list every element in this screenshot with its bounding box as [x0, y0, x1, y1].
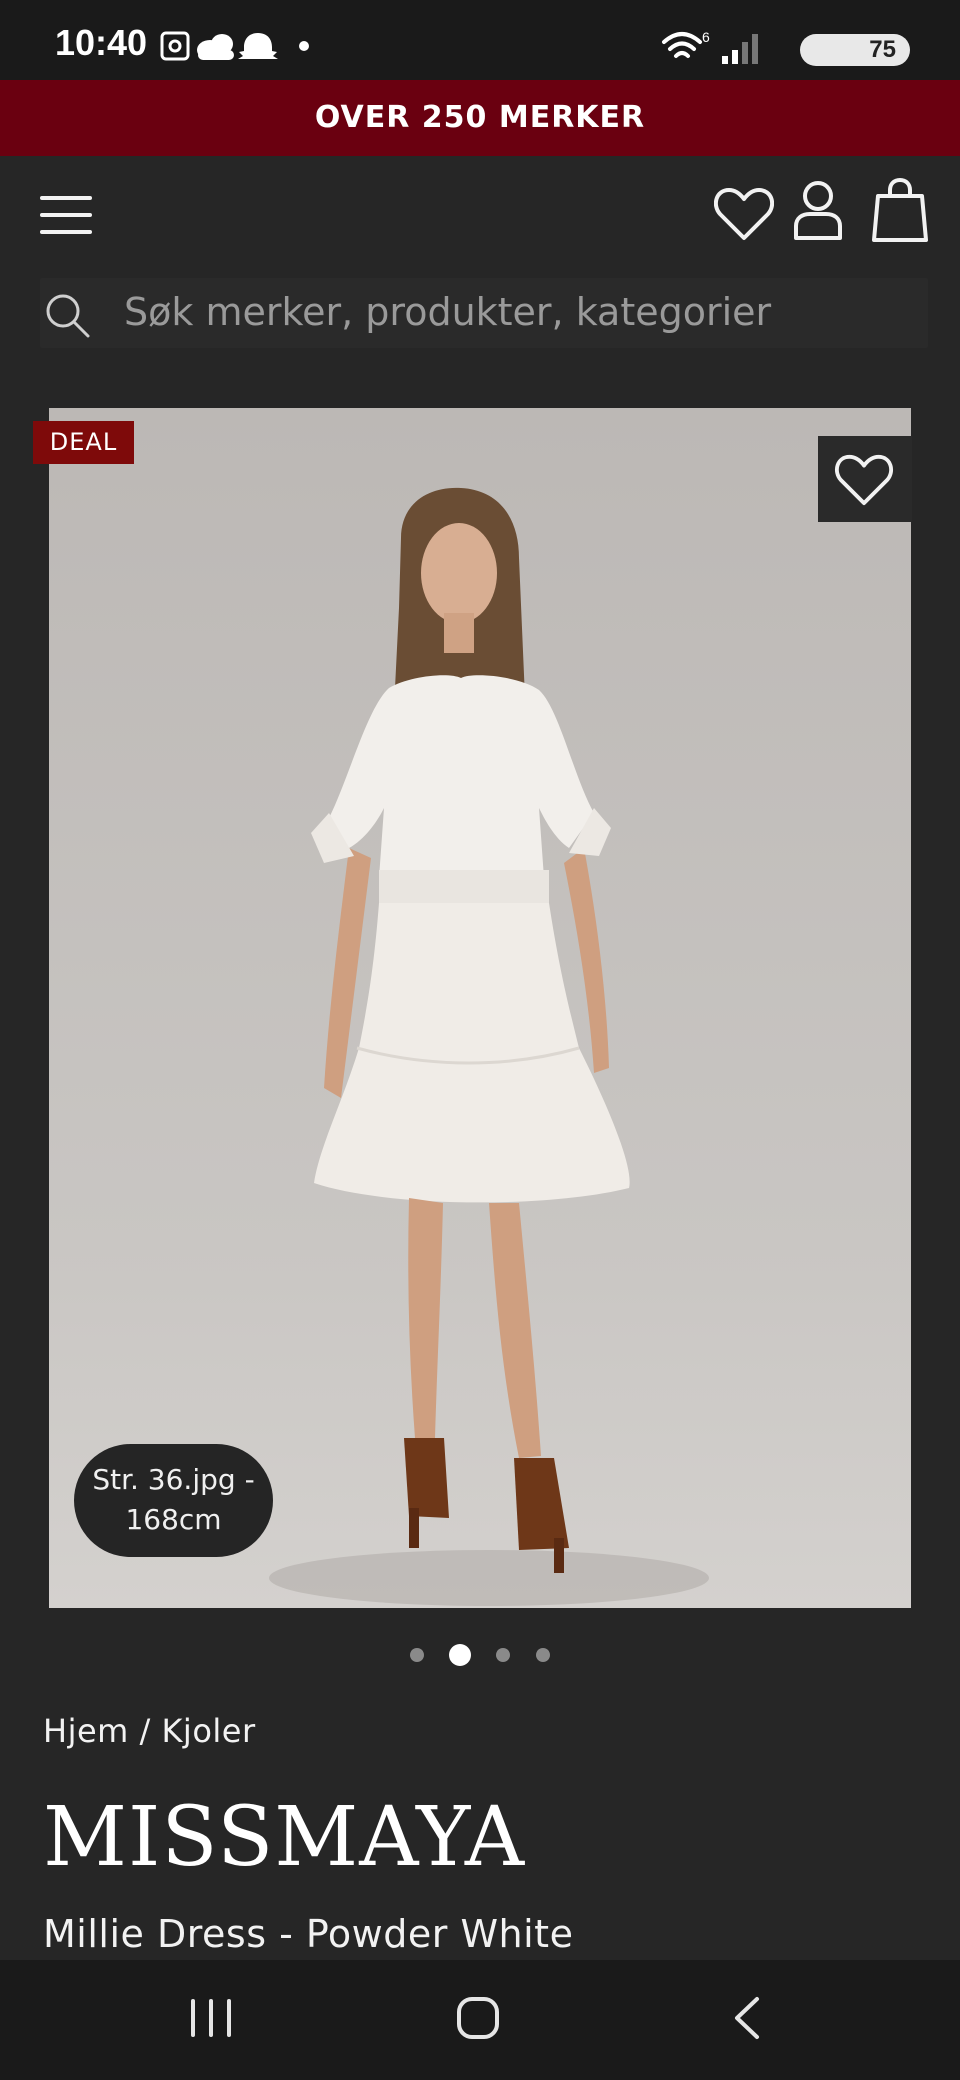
carousel-dot-1 [410, 1648, 424, 1662]
promo-banner[interactable]: OVER 250 MERKER [0, 80, 960, 156]
deal-badge: DEAL [33, 421, 134, 464]
heart-icon[interactable] [714, 186, 774, 242]
breadcrumb[interactable]: Hjem / Kjoler [43, 1712, 256, 1750]
cloud-icon [197, 34, 234, 60]
carousel-dot-2 [449, 1644, 471, 1666]
bag-icon[interactable] [872, 178, 928, 244]
dot-icon [299, 41, 309, 51]
svg-text:6: 6 [702, 29, 710, 45]
back-icon[interactable] [732, 1996, 762, 2040]
status-bar: 10:40 6 75 [0, 0, 960, 80]
snapchat-icon [238, 33, 278, 59]
menu-icon[interactable] [40, 194, 92, 236]
recent-apps-icon[interactable] [188, 1998, 234, 2038]
search-bar[interactable]: Søk merker, produkter, kategorier [40, 278, 928, 348]
status-right-icons: 6 [662, 29, 758, 64]
home-icon[interactable] [456, 1996, 500, 2040]
product-photo [49, 408, 911, 1608]
signal-icon [722, 34, 758, 64]
battery-level: 75 [869, 36, 896, 63]
battery-icon: 75 [800, 34, 910, 66]
brand-name[interactable]: MISSMAYA [43, 1790, 525, 1885]
wifi-icon [662, 32, 702, 58]
heart-icon [834, 454, 894, 506]
size-info-text: Str. 36.jpg -168cm [92, 1463, 255, 1536]
product-image[interactable] [49, 408, 911, 1608]
search-input[interactable]: Søk merker, produkter, kategorier [124, 284, 771, 340]
screenshot-icon [160, 31, 190, 61]
carousel-dot-3 [496, 1648, 510, 1662]
android-nav-bar [0, 1960, 960, 2080]
product-title: Millie Dress - Powder White [43, 1912, 574, 1956]
carousel-dots[interactable] [0, 1640, 960, 1670]
status-left-icons [160, 31, 309, 61]
search-icon [46, 294, 90, 338]
size-info-label: Str. 36.jpg -168cm [74, 1444, 273, 1557]
status-time: 10:40 [55, 22, 148, 63]
carousel-dot-4 [536, 1648, 550, 1662]
user-icon[interactable] [792, 180, 844, 242]
site-header [0, 156, 960, 266]
add-to-wishlist-button[interactable] [818, 436, 912, 522]
